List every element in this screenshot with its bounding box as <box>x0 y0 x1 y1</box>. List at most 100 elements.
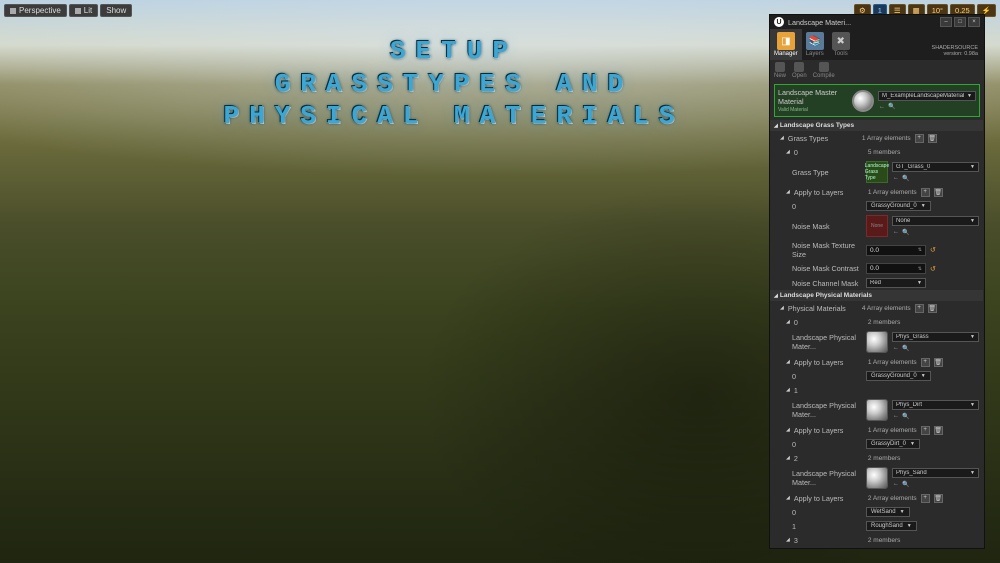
add-element-button[interactable]: + <box>915 134 924 143</box>
browse-icon[interactable]: 🔍 <box>902 480 910 488</box>
close-button[interactable]: × <box>968 17 980 27</box>
grass-type-thumbnail[interactable]: Landscape Grass Type <box>866 161 888 183</box>
section-physical-materials[interactable]: Landscape Physical Materials <box>770 290 983 301</box>
clear-array-button[interactable]: 🗑 <box>928 304 937 313</box>
phys-mat-dropdown[interactable]: Phys_Dirt <box>892 400 979 410</box>
layer-chip[interactable]: RoughSand <box>866 521 917 531</box>
noise-channel-dropdown[interactable]: Red <box>866 278 926 288</box>
expand-icon[interactable]: ◢ <box>786 319 790 325</box>
add-element-button[interactable]: + <box>921 188 930 197</box>
panel-tabs: ◨ Manager 📚 Layers ✖ Tools SHADERSOURCE … <box>770 29 984 60</box>
clear-array-button[interactable]: 🗑 <box>934 426 943 435</box>
browse-icon[interactable]: 🔍 <box>902 228 910 236</box>
lit-dropdown[interactable]: Lit <box>69 4 98 17</box>
minimize-button[interactable]: – <box>940 17 952 27</box>
phys-mat-dropdown[interactable]: Phys_Grass <box>892 332 979 342</box>
phys-apply-layer-item: 0WetSand <box>770 505 983 519</box>
browse-icon[interactable]: 🔍 <box>902 174 910 182</box>
use-icon[interactable]: ← <box>892 344 900 352</box>
expand-icon[interactable]: ◢ <box>780 305 784 311</box>
phys-apply-layers-row: ◢Apply to Layers1 Array elements+🗑 <box>770 355 983 369</box>
master-material-thumbnail[interactable] <box>852 90 874 112</box>
grass-apply-layers-row: ◢ Apply to Layers 1 Array elements + 🗑 <box>770 185 983 199</box>
reset-icon[interactable]: ↺ <box>930 265 936 273</box>
compile-button[interactable]: Compile <box>813 62 835 79</box>
properties-scroll[interactable]: Landscape Grass Types ◢ Grass Types 1 Ar… <box>770 120 984 548</box>
phys-mats-array-row: ◢ Physical Materials 4 Array elements + … <box>770 301 983 315</box>
viewport[interactable]: Perspective Lit Show ⚙ 1 ☰ ▦ 10° 0.25 ⚡ … <box>0 0 1000 563</box>
grass-type-row: Grass Type Landscape Grass Type GT_Grass… <box>770 159 983 185</box>
ue-logo-icon <box>774 17 784 27</box>
noise-contrast-input[interactable]: 0.0 <box>866 263 926 274</box>
browse-icon[interactable]: 🔍 <box>902 412 910 420</box>
section-grass-types[interactable]: Landscape Grass Types <box>770 120 983 131</box>
expand-icon[interactable]: ◢ <box>786 427 790 433</box>
phys-mat-thumbnail[interactable] <box>866 399 888 421</box>
phys-mat-dropdown[interactable]: Phys_Sand <box>892 468 979 478</box>
expand-icon[interactable]: ◢ <box>786 189 790 195</box>
expand-icon[interactable]: ◢ <box>780 135 784 141</box>
use-icon[interactable]: ← <box>892 412 900 420</box>
panel-title: Landscape Materi... <box>788 18 851 27</box>
expand-icon[interactable]: ◢ <box>786 455 790 461</box>
new-button[interactable]: New <box>774 62 786 79</box>
layer-chip[interactable]: GrassyGround_0 <box>866 201 931 211</box>
layer-chip[interactable]: GrassyGround_0 <box>866 371 931 381</box>
add-element-button[interactable]: + <box>921 494 930 503</box>
expand-icon[interactable]: ◢ <box>786 495 790 501</box>
clear-array-button[interactable]: 🗑 <box>934 494 943 503</box>
expand-icon[interactable]: ◢ <box>786 359 790 365</box>
browse-icon[interactable]: ← <box>878 103 886 111</box>
add-element-button[interactable]: + <box>921 358 930 367</box>
tab-manager[interactable]: ◨ Manager <box>770 29 802 60</box>
panel-titlebar[interactable]: Landscape Materi... – □ × <box>770 15 984 29</box>
phys-apply-layer-item: 0GrassyGround_0 <box>770 369 983 383</box>
perspective-dropdown[interactable]: Perspective <box>4 4 67 17</box>
grass-apply-layer-item: 0 GrassyGround_0 <box>770 199 983 213</box>
phys-entry-index: ◢22 members <box>770 451 983 465</box>
show-dropdown[interactable]: Show <box>100 4 132 17</box>
clear-array-button[interactable]: 🗑 <box>934 358 943 367</box>
manager-icon: ◨ <box>777 32 795 50</box>
noise-channel-row: Noise Channel Mask Red <box>770 276 983 290</box>
master-material-dropdown[interactable]: M_ExampleLandscapeMaterial <box>878 91 976 101</box>
tab-tools[interactable]: ✖ Tools <box>828 29 854 60</box>
grass-type-dropdown[interactable]: GT_Grass_0 <box>892 162 979 172</box>
browse-icon[interactable]: 🔍 <box>902 344 910 352</box>
phys-apply-layer-item: 1RoughSand <box>770 519 983 533</box>
expand-icon[interactable]: ◢ <box>786 387 790 393</box>
add-element-button[interactable]: + <box>921 426 930 435</box>
title-line1: SETUP <box>223 35 684 68</box>
grass-types-array-row: ◢ Grass Types 1 Array elements + 🗑 <box>770 131 983 145</box>
maximize-button[interactable]: □ <box>954 17 966 27</box>
open-button[interactable]: Open <box>792 62 807 79</box>
clear-array-button[interactable]: 🗑 <box>928 134 937 143</box>
tools-icon: ✖ <box>832 32 850 50</box>
use-icon[interactable]: ← <box>892 480 900 488</box>
expand-icon[interactable]: ◢ <box>786 537 790 543</box>
clear-array-button[interactable]: 🗑 <box>934 188 943 197</box>
title-line3: PHYSICAL MATERIALS <box>223 100 684 133</box>
phys-mat-thumbnail[interactable] <box>866 331 888 353</box>
noise-mask-row: Noise Mask None None ←🔍 <box>770 213 983 239</box>
title-line2: GRASSTYPES AND <box>223 68 684 101</box>
layer-chip[interactable]: WetSand <box>866 507 910 517</box>
noise-mask-thumbnail[interactable]: None <box>866 215 888 237</box>
noise-mask-dropdown[interactable]: None <box>892 216 979 226</box>
landscape-material-panel: Landscape Materi... – □ × ◨ Manager 📚 La… <box>769 14 985 549</box>
master-material-slot[interactable]: Landscape Master Material Valid Material… <box>774 84 980 117</box>
use-icon[interactable]: ← <box>892 174 900 182</box>
viewport-toolbar: Perspective Lit Show <box>4 4 132 17</box>
add-element-button[interactable]: + <box>915 304 924 313</box>
tab-layers[interactable]: 📚 Layers <box>802 29 828 60</box>
grass-type-index-row: ◢ 0 5 members <box>770 145 983 159</box>
noise-tex-size-input[interactable]: 0.0 <box>866 245 926 256</box>
phys-mat-thumbnail[interactable] <box>866 467 888 489</box>
use-icon[interactable]: ← <box>892 228 900 236</box>
reset-icon[interactable]: ↺ <box>930 246 936 254</box>
title-overlay: SETUP GRASSTYPES AND PHYSICAL MATERIALS <box>223 35 684 133</box>
layer-chip[interactable]: GrassyDirt_0 <box>866 439 920 449</box>
find-icon[interactable]: 🔍 <box>888 103 896 111</box>
phys-mat-row: Landscape Physical Mater...Phys_Sand←🔍 <box>770 465 983 491</box>
expand-icon[interactable]: ◢ <box>786 149 790 155</box>
